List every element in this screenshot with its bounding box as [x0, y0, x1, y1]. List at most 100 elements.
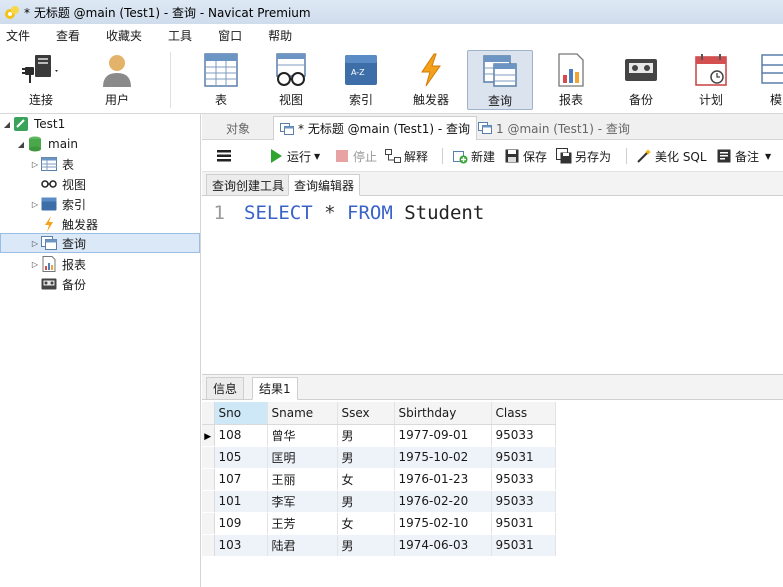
table-button[interactable]: 表	[188, 50, 254, 110]
table-cell[interactable]: 95031	[491, 446, 556, 469]
column-header[interactable]: Sno	[214, 402, 268, 425]
table-cell[interactable]: 95031	[491, 534, 556, 557]
tab-untitled-query[interactable]: * 无标题 @main (Test1) - 查询	[273, 116, 478, 140]
menu-favorites[interactable]: 收藏夹	[100, 27, 148, 44]
table-row[interactable]: 101 李军 男 1976-02-20 95033	[202, 490, 556, 513]
expanded-arrow-icon[interactable]: ◢	[16, 140, 26, 149]
tree-item-reports[interactable]: ▷ 报表	[30, 254, 86, 274]
table-cell[interactable]: 1974-06-03	[394, 534, 492, 557]
query-button[interactable]: 查询	[467, 50, 533, 110]
tab-result-1[interactable]: 结果1	[252, 377, 298, 400]
table-cell[interactable]: 1976-02-20	[394, 490, 492, 513]
table-cell[interactable]: 女	[337, 512, 395, 535]
column-header[interactable]: Ssex	[337, 402, 395, 425]
tree-item-queries[interactable]: ▷ 查询	[0, 233, 200, 253]
table-row[interactable]: 103 陆君 男 1974-06-03 95031	[202, 534, 556, 557]
collapsed-arrow-icon[interactable]: ▷	[30, 260, 40, 269]
beautify-sql-button[interactable]: 美化 SQL	[636, 147, 707, 165]
table-cell[interactable]: 李军	[267, 490, 338, 513]
table-cell[interactable]: 陆君	[267, 534, 338, 557]
index-button[interactable]: A-Z 索引	[328, 50, 394, 110]
save-icon	[504, 148, 520, 164]
table-cell[interactable]: 王芳	[267, 512, 338, 535]
column-header[interactable]: Sbirthday	[394, 402, 492, 425]
table-cell[interactable]: 103	[214, 534, 268, 557]
tab-query-builder[interactable]: 查询创建工具	[206, 174, 291, 196]
table-cell[interactable]: 101	[214, 490, 268, 513]
tree-item-tables[interactable]: ▷ 表	[30, 154, 74, 174]
table-cell[interactable]: 王丽	[267, 468, 338, 491]
table-row[interactable]: ▶ 108 曾华 男 1977-09-01 95033	[202, 424, 556, 447]
table-cell[interactable]: 曾华	[267, 424, 338, 447]
row-header[interactable]	[202, 490, 215, 513]
table-cell[interactable]: 105	[214, 446, 268, 469]
hamburger-menu-button[interactable]	[216, 147, 235, 165]
tree-connection-label: Test1	[34, 117, 66, 131]
save-button[interactable]: 保存	[504, 147, 547, 165]
table-cell[interactable]: 男	[337, 534, 395, 557]
table-row[interactable]: 105 匡明 男 1975-10-02 95031	[202, 446, 556, 469]
table-cell[interactable]: 男	[337, 424, 395, 447]
column-header[interactable]: Class	[491, 402, 556, 425]
collapsed-arrow-icon[interactable]: ▷	[30, 239, 40, 248]
table-cell[interactable]: 女	[337, 468, 395, 491]
stop-button[interactable]: 停止	[334, 147, 377, 165]
collapsed-arrow-icon[interactable]: ▷	[30, 200, 40, 209]
table-cell[interactable]: 1976-01-23	[394, 468, 492, 491]
table-cell[interactable]: 1975-02-10	[394, 512, 492, 535]
view-button[interactable]: 视图	[258, 50, 324, 110]
table-cell[interactable]: 男	[337, 446, 395, 469]
column-header[interactable]: Sname	[267, 402, 338, 425]
report-button[interactable]: 报表	[538, 50, 604, 110]
model-button[interactable]: 模	[748, 50, 783, 110]
comment-dropdown-icon[interactable]: ▼	[765, 152, 771, 161]
tree-item-indexes[interactable]: ▷ 索引	[30, 194, 86, 214]
tab-objects[interactable]: 对象	[220, 116, 256, 140]
table-cell[interactable]: 匡明	[267, 446, 338, 469]
row-header[interactable]	[202, 512, 215, 535]
table-row[interactable]: 109 王芳 女 1975-02-10 95031	[202, 512, 556, 535]
backup-button[interactable]: 备份	[608, 50, 674, 110]
menu-help[interactable]: 帮助	[262, 27, 298, 44]
connect-button[interactable]: 连接	[8, 50, 74, 110]
menu-view[interactable]: 查看	[50, 27, 86, 44]
explain-button[interactable]: 解释	[385, 147, 428, 165]
user-button[interactable]: 用户	[84, 50, 150, 110]
tree-item-backups[interactable]: 备份	[30, 274, 86, 294]
table-cell[interactable]: 108	[214, 424, 268, 447]
schedule-button[interactable]: 计划	[678, 50, 744, 110]
table-cell[interactable]: 男	[337, 490, 395, 513]
run-button[interactable]: 运行 ▼	[268, 147, 320, 165]
sql-editor[interactable]: 1 SELECT * FROM Student	[202, 196, 783, 374]
table-cell[interactable]: 95031	[491, 512, 556, 535]
table-cell[interactable]: 95033	[491, 468, 556, 491]
trigger-button[interactable]: 触发器	[398, 50, 464, 110]
tab-query-editor[interactable]: 查询编辑器	[288, 174, 361, 196]
tree-database-main[interactable]: ◢ main	[16, 134, 78, 154]
view-label: 视图	[278, 93, 303, 107]
row-header[interactable]	[202, 534, 215, 557]
new-query-button[interactable]: 新建	[452, 147, 495, 165]
tree-item-triggers[interactable]: 触发器	[30, 214, 98, 234]
collapsed-arrow-icon[interactable]: ▷	[30, 160, 40, 169]
menu-tools[interactable]: 工具	[162, 27, 198, 44]
tab-query-1[interactable]: 1 @main (Test1) - 查询	[472, 116, 636, 140]
table-cell[interactable]: 109	[214, 512, 268, 535]
row-header[interactable]	[202, 446, 215, 469]
table-cell[interactable]: 95033	[491, 490, 556, 513]
comment-button[interactable]: 备注 ▼	[716, 147, 771, 165]
table-cell[interactable]: 107	[214, 468, 268, 491]
save-as-button[interactable]: 另存为	[556, 147, 611, 165]
expanded-arrow-icon[interactable]: ◢	[2, 120, 12, 129]
table-cell[interactable]: 95033	[491, 424, 556, 447]
menu-window[interactable]: 窗口	[212, 27, 248, 44]
menu-file[interactable]: 文件	[0, 27, 36, 44]
run-dropdown-icon[interactable]: ▼	[314, 152, 320, 161]
tree-item-views[interactable]: 视图	[30, 174, 86, 194]
table-row[interactable]: 107 王丽 女 1976-01-23 95033	[202, 468, 556, 491]
table-cell[interactable]: 1975-10-02	[394, 446, 492, 469]
table-cell[interactable]: 1977-09-01	[394, 424, 492, 447]
tree-connection-test1[interactable]: ◢ Test1	[2, 114, 65, 134]
tab-info[interactable]: 信息	[206, 377, 245, 400]
row-header[interactable]	[202, 468, 215, 491]
